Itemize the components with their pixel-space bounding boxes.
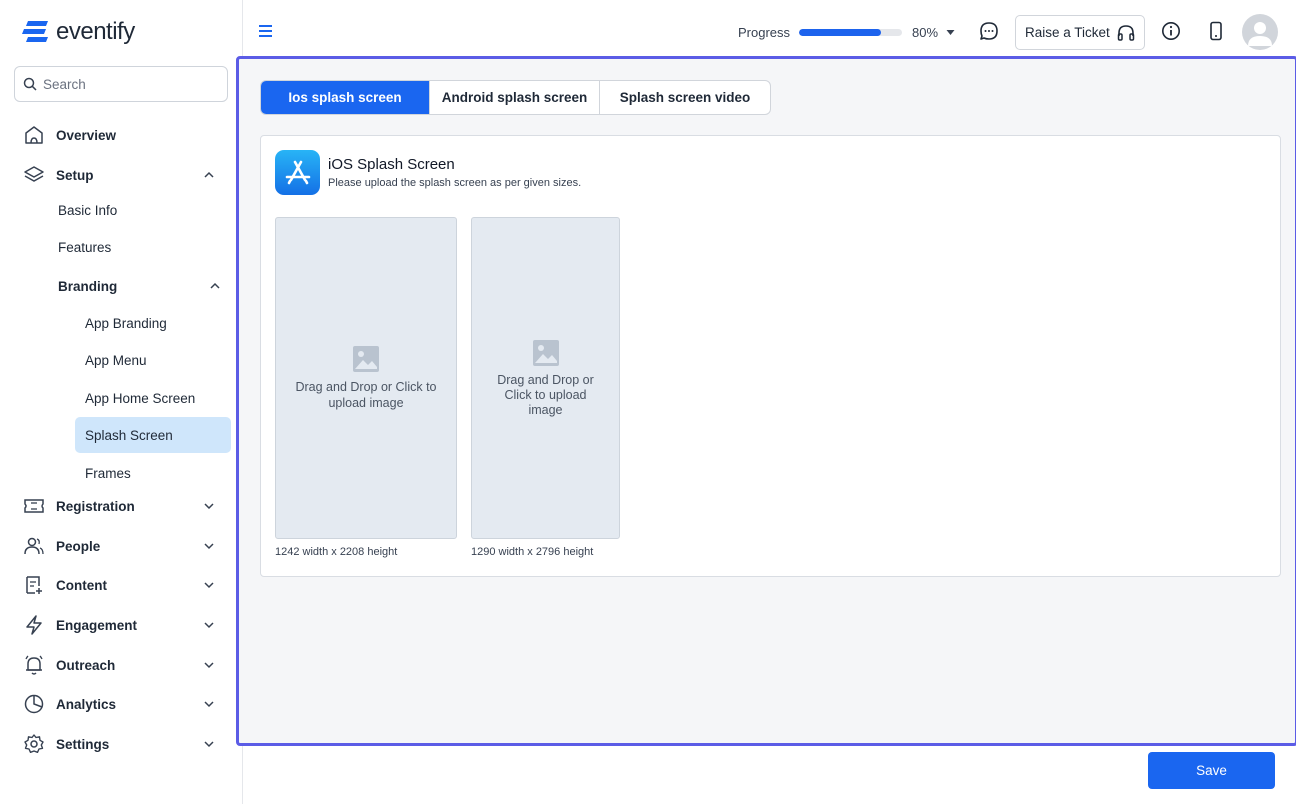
image-placeholder-icon xyxy=(532,339,559,366)
upload-dropzone-2[interactable]: Drag and Drop or Click to upload image xyxy=(471,217,620,539)
nav-people-label: People xyxy=(56,538,101,554)
splash-tabs: Ios splash screen Android splash screen … xyxy=(260,80,771,115)
chat-icon[interactable] xyxy=(979,21,999,41)
nav-setup[interactable]: Setup xyxy=(22,160,222,190)
nav-content[interactable]: Content xyxy=(22,570,222,600)
chevron-up-icon xyxy=(210,282,220,289)
info-icon[interactable] xyxy=(1161,21,1181,41)
nav-people[interactable]: People xyxy=(22,531,222,561)
nav-settings-label: Settings xyxy=(56,736,110,752)
chevron-down-icon xyxy=(204,701,214,708)
caret-down-icon[interactable] xyxy=(946,29,955,36)
tab-ios-splash-screen[interactable]: Ios splash screen xyxy=(261,81,430,114)
upload-2-size: 1290 width x 2796 height xyxy=(471,546,594,558)
upload-dropzone-1-label: Drag and Drop or Click to upload image xyxy=(295,380,437,410)
user-avatar[interactable] xyxy=(1242,14,1278,50)
app-store-icon xyxy=(275,150,320,195)
chevron-down-icon xyxy=(204,741,214,748)
search-input[interactable] xyxy=(43,76,213,92)
hamburger-menu-icon[interactable] xyxy=(258,24,273,38)
nav-features[interactable]: Features xyxy=(58,240,111,255)
document-add-icon xyxy=(22,573,46,597)
tab-android-splash-screen[interactable]: Android splash screen xyxy=(430,81,600,114)
nav-overview[interactable]: Overview xyxy=(22,120,222,150)
user-icon xyxy=(1248,22,1272,46)
chevron-down-icon xyxy=(204,543,214,550)
main-content: Ios splash screen Android splash screen … xyxy=(236,56,1296,746)
people-icon xyxy=(22,534,46,558)
nav-analytics-label: Analytics xyxy=(56,696,117,712)
ticket-icon xyxy=(22,494,46,518)
nav-setup-label: Setup xyxy=(56,167,94,183)
nav-app-home-screen[interactable]: App Home Screen xyxy=(75,380,231,416)
search-box[interactable] xyxy=(14,66,228,102)
nav-outreach-label: Outreach xyxy=(56,657,116,673)
raise-ticket-label: Raise a Ticket xyxy=(1025,25,1110,40)
nav-outreach[interactable]: Outreach xyxy=(22,650,222,680)
nav-splash-screen[interactable]: Splash Screen xyxy=(75,417,231,453)
nav-registration[interactable]: Registration xyxy=(22,491,222,521)
nav-engagement[interactable]: Engagement xyxy=(22,610,222,640)
top-bar: Progress 80% Raise a Ticket xyxy=(243,0,1296,58)
nav-app-branding[interactable]: App Branding xyxy=(75,305,231,341)
save-button[interactable]: Save xyxy=(1148,752,1275,789)
sidebar: eventify Overview Setup Basic Info Featu… xyxy=(0,0,243,804)
mobile-icon[interactable] xyxy=(1207,21,1225,41)
progress-bar-fill xyxy=(799,29,882,36)
nav-analytics[interactable]: Analytics xyxy=(22,689,222,719)
chevron-down-icon xyxy=(204,622,214,629)
nav-engagement-label: Engagement xyxy=(56,617,138,633)
upload-1-size: 1242 width x 2208 height xyxy=(275,546,398,558)
raise-ticket-button[interactable]: Raise a Ticket xyxy=(1015,15,1145,50)
chevron-up-icon xyxy=(204,171,214,178)
card-subtitle: Please upload the splash screen as per g… xyxy=(328,177,582,189)
progress-label: Progress xyxy=(738,25,791,40)
card-title: iOS Splash Screen xyxy=(328,156,455,173)
nav-overview-label: Overview xyxy=(56,127,117,143)
nav-branding[interactable]: Branding xyxy=(58,279,222,294)
ios-splash-card: iOS Splash Screen Please upload the spla… xyxy=(260,135,1281,577)
nav-settings[interactable]: Settings xyxy=(22,729,222,759)
headset-icon xyxy=(1117,24,1135,41)
eventify-logo-icon xyxy=(22,21,48,42)
tab-splash-screen-video[interactable]: Splash screen video xyxy=(600,81,770,114)
chevron-down-icon xyxy=(204,582,214,589)
home-icon xyxy=(22,123,46,147)
upload-dropzone-2-label: Drag and Drop or Click to upload image xyxy=(497,372,594,417)
chevron-down-icon xyxy=(204,503,214,510)
nav-branding-label: Branding xyxy=(58,279,118,294)
upload-dropzone-1[interactable]: Drag and Drop or Click to upload image xyxy=(275,217,457,539)
search-icon xyxy=(23,77,37,91)
nav-app-menu[interactable]: App Menu xyxy=(75,342,231,378)
pie-chart-icon xyxy=(22,692,46,716)
gear-icon xyxy=(22,732,46,756)
progress-percent: 80% xyxy=(912,25,939,40)
layers-icon xyxy=(22,163,46,187)
progress-bar xyxy=(799,29,902,36)
nav-content-label: Content xyxy=(56,577,107,593)
nav-basic-info[interactable]: Basic Info xyxy=(58,203,117,218)
lightning-icon xyxy=(22,613,46,637)
logo[interactable]: eventify xyxy=(22,18,135,46)
chevron-down-icon xyxy=(204,662,214,669)
image-placeholder-icon xyxy=(353,346,379,372)
nav-registration-label: Registration xyxy=(56,498,135,514)
bell-icon xyxy=(22,653,46,677)
nav-frames[interactable]: Frames xyxy=(75,455,231,491)
logo-text: eventify xyxy=(56,18,135,45)
